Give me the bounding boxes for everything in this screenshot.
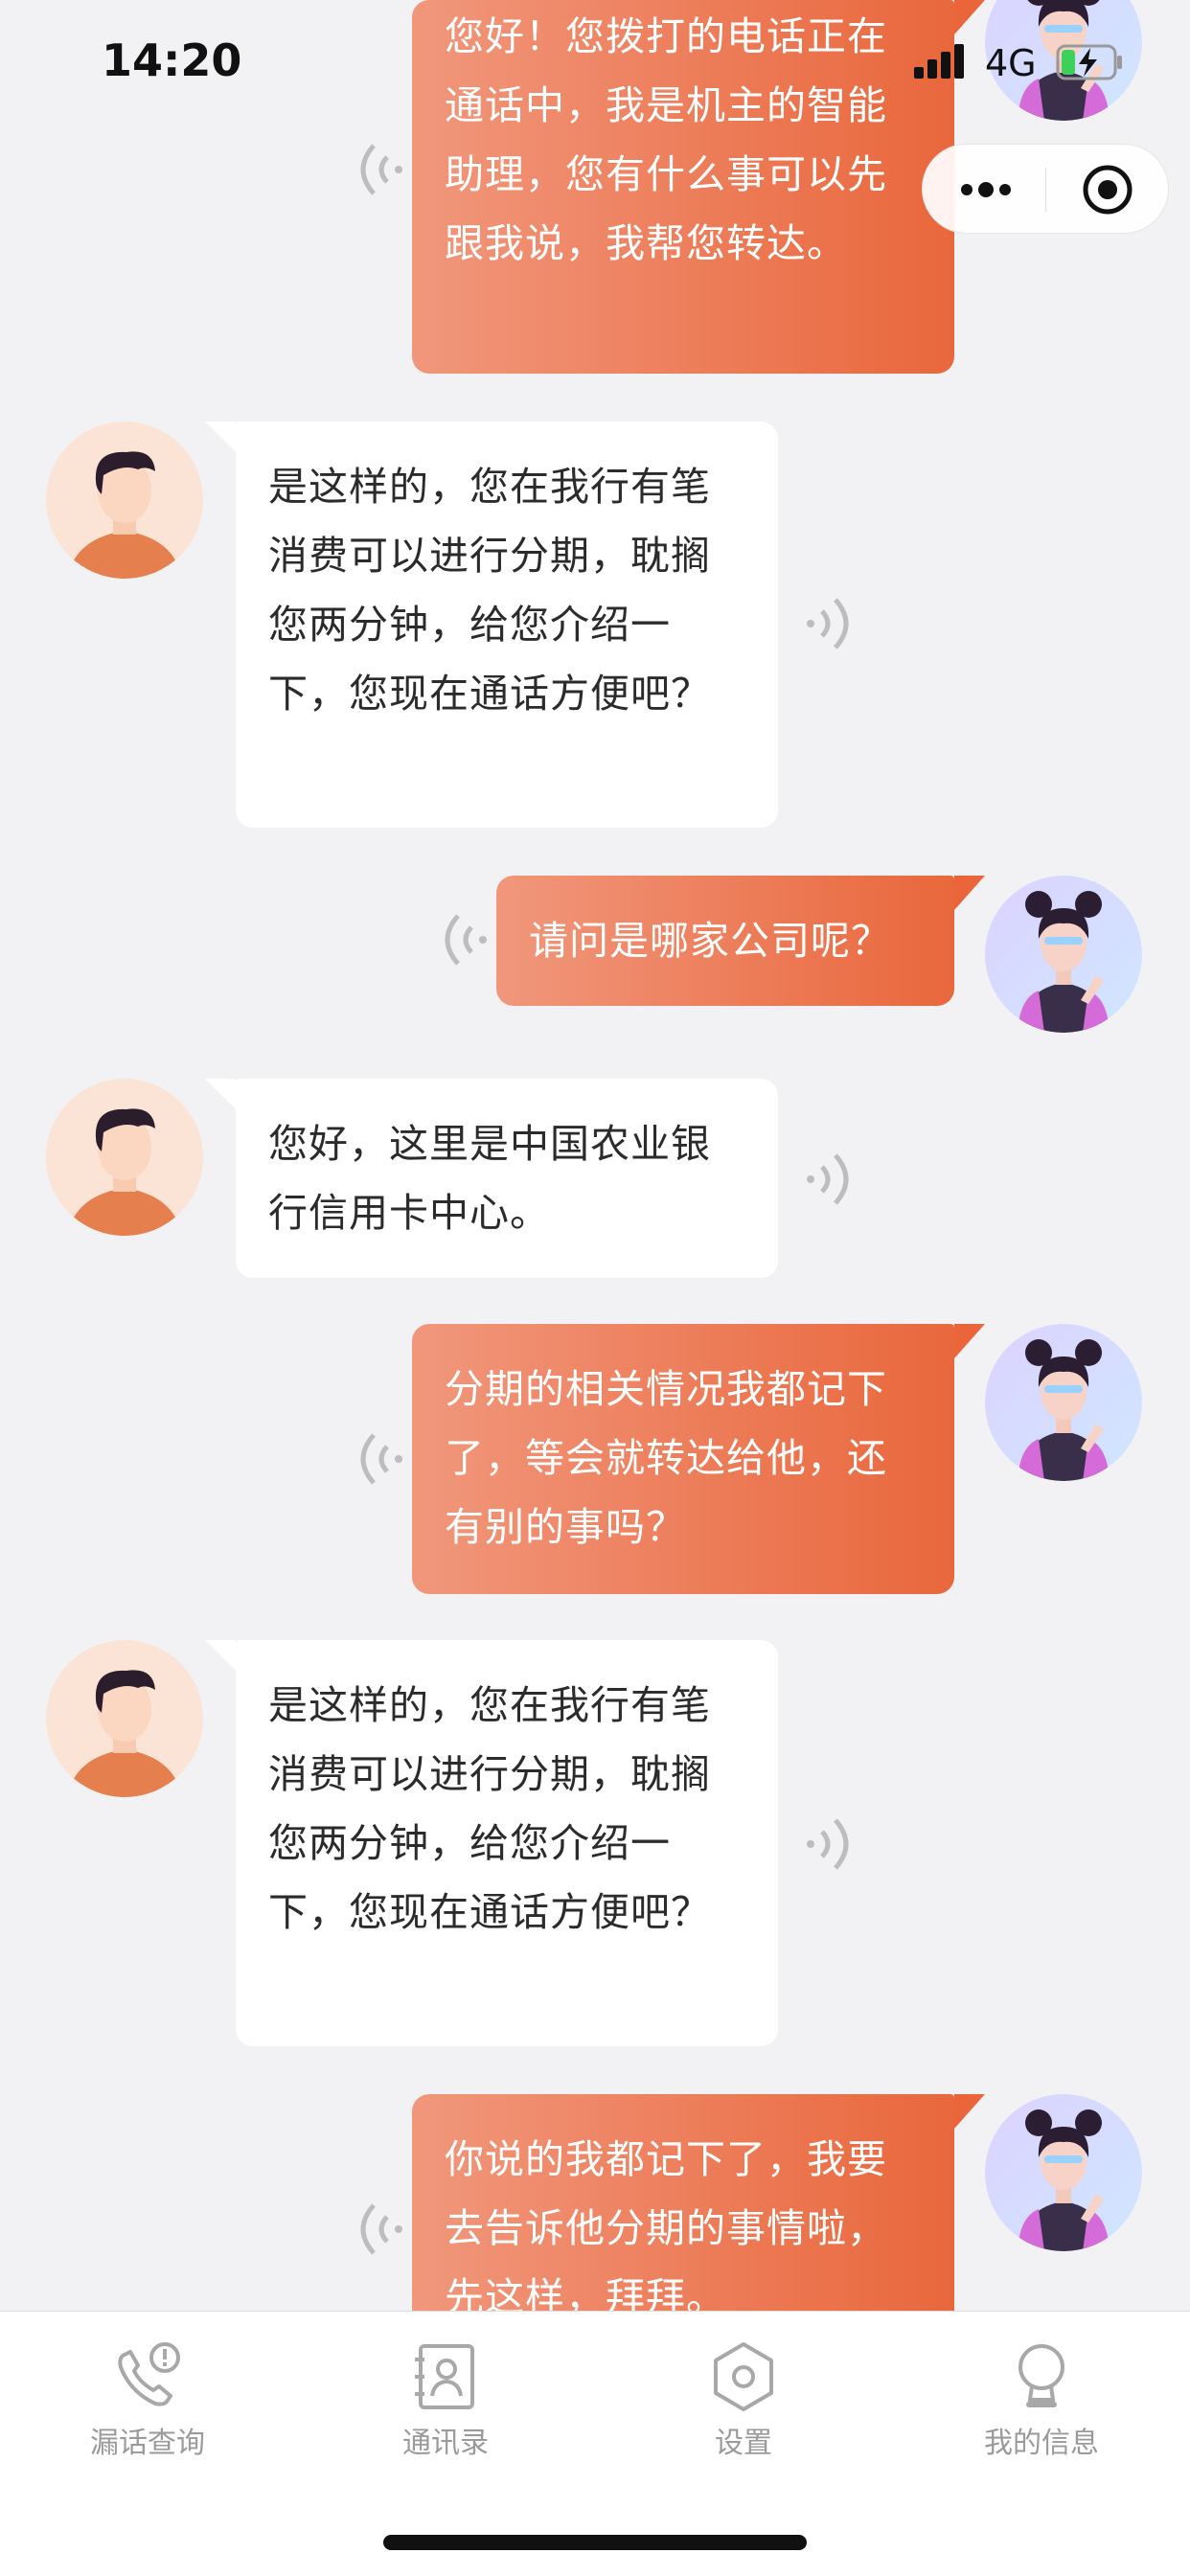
battery-charging-icon: [1056, 44, 1122, 80]
capsule-divider: [1045, 168, 1046, 212]
assistant-avatar: [985, 1324, 1142, 1481]
caller-avatar: [46, 1079, 203, 1236]
caller-avatar: [46, 422, 203, 579]
voice-wave-icon[interactable]: [805, 590, 862, 657]
voice-wave-icon[interactable]: [347, 136, 404, 203]
assistant-message: 分期的相关情况我都记下了，等会就转达给他，还有别的事吗？: [412, 1324, 985, 1594]
settings-icon: [714, 2342, 773, 2411]
assistant-message: 你说的我都记下了，我要去告诉他分期的事情啦，先这样，拜拜。: [412, 2094, 985, 2311]
chat-area[interactable]: 您好！您拨打的电话正在通话中，我是机主的智能助理，您有什么事可以先跟我说，我帮您…: [0, 0, 1190, 2311]
assistant-avatar: [985, 876, 1142, 1033]
profile-icon: [1018, 2344, 1064, 2407]
assistant-message: 请问是哪家公司呢？: [496, 876, 985, 1006]
assistant-avatar: [985, 2094, 1142, 2251]
more-icon[interactable]: [957, 175, 1015, 204]
signal-icon: [914, 44, 964, 79]
tab-contacts[interactable]: 通讯录: [350, 2338, 541, 2461]
caller-message: 您好，这里是中国农业银行信用卡中心。: [205, 1079, 778, 1278]
tab-label: 我的信息: [984, 2427, 1099, 2460]
assistant-message: 您好！您拨打的电话正在通话中，我是机主的智能助理，您有什么事可以先跟我说，我帮您…: [412, 0, 985, 374]
tab-missed-calls[interactable]: 漏话查询: [52, 2338, 243, 2461]
voice-wave-icon[interactable]: [347, 2196, 404, 2263]
network-type: 4G: [985, 42, 1037, 84]
contacts-icon: [415, 2344, 474, 2409]
voice-wave-icon[interactable]: [805, 1146, 862, 1213]
home-indicator[interactable]: [383, 2535, 807, 2550]
tab-my-info[interactable]: 我的信息: [946, 2338, 1137, 2461]
voice-wave-icon[interactable]: [431, 906, 489, 973]
tab-label: 通讯录: [402, 2427, 489, 2460]
caller-avatar: [46, 1640, 203, 1797]
voice-wave-icon[interactable]: [347, 1425, 404, 1493]
close-miniprogram-icon[interactable]: [1080, 162, 1135, 217]
status-time: 14:20: [102, 34, 242, 86]
missed-call-icon: [118, 2342, 180, 2406]
tab-label: 漏话查询: [90, 2427, 205, 2460]
tab-settings[interactable]: 设置: [648, 2338, 839, 2461]
caller-message: 是这样的，您在我行有笔消费可以进行分期，耽搁您两分钟，给您介绍一下，您现在通话方…: [205, 422, 778, 828]
voice-wave-icon[interactable]: [805, 1811, 862, 1878]
miniprogram-capsule: [922, 144, 1169, 234]
tab-label: 设置: [715, 2427, 772, 2460]
caller-message: 是这样的，您在我行有笔消费可以进行分期，耽搁您两分钟，给您介绍一下，您现在通话方…: [205, 1640, 778, 2046]
